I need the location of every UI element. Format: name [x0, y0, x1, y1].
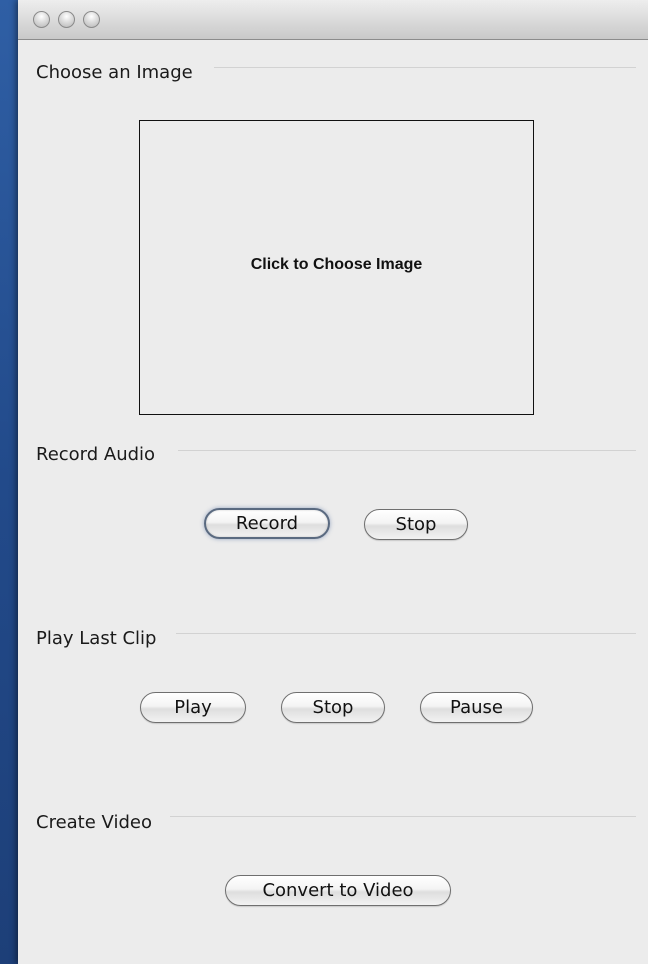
pause-button[interactable]: Pause [420, 692, 533, 723]
play-last-clip-separator [176, 633, 636, 634]
close-window-button[interactable] [33, 11, 50, 28]
play-last-clip-section-label: Play Last Clip [36, 628, 157, 649]
convert-to-video-button[interactable]: Convert to Video [225, 875, 451, 906]
choose-image-separator [214, 67, 636, 68]
zoom-window-button[interactable] [83, 11, 100, 28]
record-stop-button[interactable]: Stop [364, 509, 468, 540]
minimize-window-button[interactable] [58, 11, 75, 28]
choose-image-section-label: Choose an Image [36, 62, 193, 83]
title-bar [18, 0, 648, 40]
play-button[interactable]: Play [140, 692, 246, 723]
record-audio-separator [178, 450, 636, 451]
create-video-section-label: Create Video [36, 812, 152, 833]
play-stop-button[interactable]: Stop [281, 692, 385, 723]
create-video-separator [170, 816, 636, 817]
image-chooser-label: Click to Choose Image [250, 255, 423, 273]
record-button[interactable]: Record [204, 508, 330, 539]
app-window: Choose an Image Click to Choose Image Re… [18, 0, 648, 964]
record-audio-section-label: Record Audio [36, 444, 156, 465]
image-chooser-box[interactable]: Click to Choose Image [139, 120, 534, 415]
